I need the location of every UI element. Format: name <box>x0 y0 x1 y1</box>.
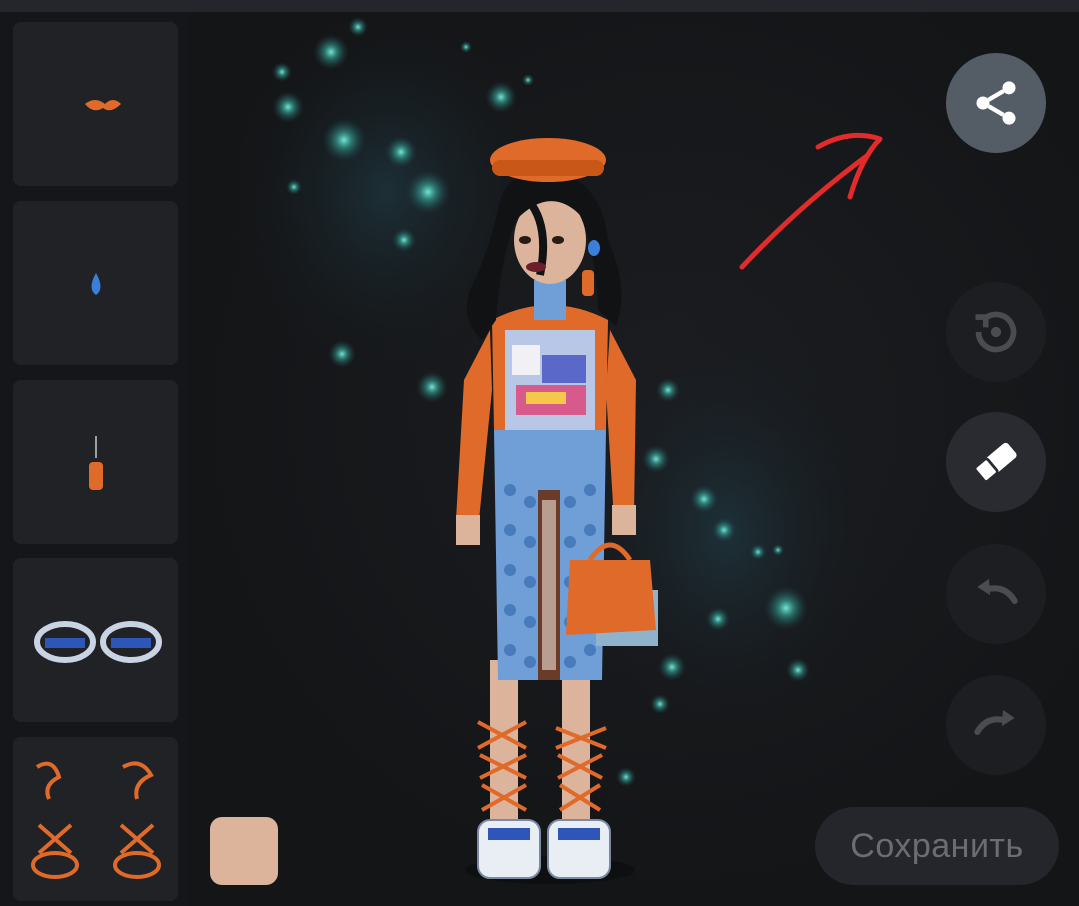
undo-button[interactable] <box>946 544 1046 644</box>
item-slot-blue-earring[interactable] <box>13 201 178 365</box>
left-sleeve <box>456 330 492 530</box>
avatar-figure <box>456 138 658 884</box>
blue-drop-earring-icon <box>91 273 101 295</box>
skin-color-swatch[interactable] <box>210 817 278 885</box>
red-annotation-arrow <box>739 132 883 270</box>
right-leg <box>562 660 590 840</box>
handbag <box>566 542 658 646</box>
item-slot-hair-clip[interactable] <box>13 22 178 186</box>
top-bar <box>0 0 1079 12</box>
item-slot-sandals[interactable] <box>13 737 178 901</box>
undo-icon <box>977 578 1018 605</box>
orange-earring-icon <box>89 436 103 490</box>
reset-button[interactable] <box>946 282 1046 382</box>
lace-up-sandals-icon <box>31 761 161 879</box>
eraser-button[interactable] <box>946 412 1046 512</box>
bracelets-icon <box>34 621 162 663</box>
share-icon <box>976 81 1016 125</box>
save-button[interactable]: Сохранить <box>815 807 1059 885</box>
right-sleeve <box>606 330 636 520</box>
redo-icon <box>974 709 1015 736</box>
share-button[interactable] <box>946 53 1046 153</box>
left-leg <box>490 660 518 840</box>
reset-icon <box>975 311 1017 353</box>
eraser-icon <box>973 442 1017 483</box>
item-slot-orange-earring[interactable] <box>13 380 178 544</box>
hair-clip-item-icon <box>85 100 121 111</box>
redo-button[interactable] <box>946 675 1046 775</box>
item-slot-bracelets[interactable] <box>13 558 178 722</box>
